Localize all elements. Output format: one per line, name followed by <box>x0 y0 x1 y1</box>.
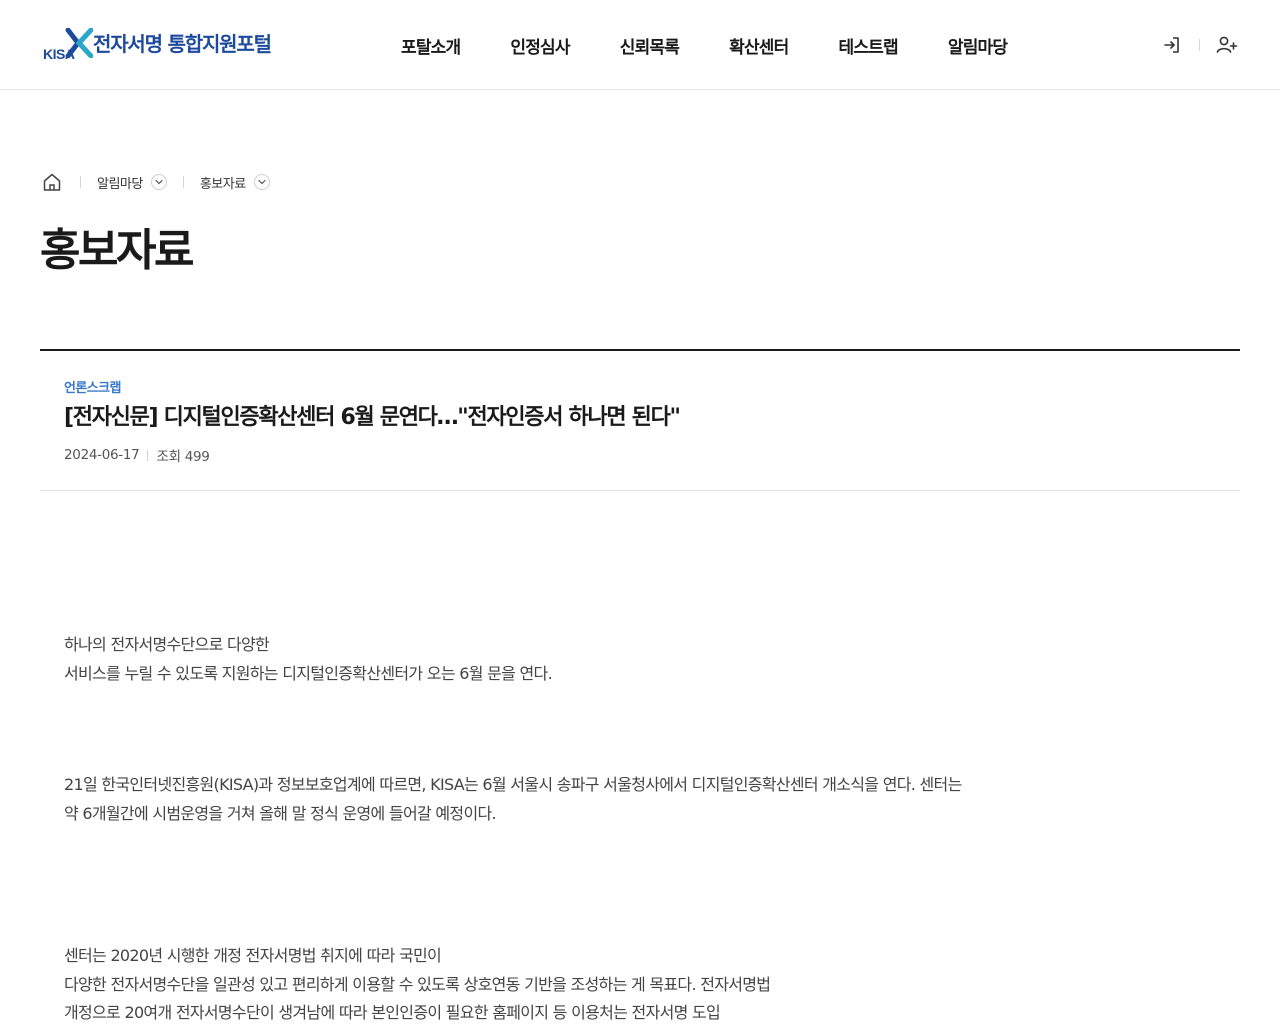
main-nav: 포탈소개 인정심사 신뢰목록 확산센터 테스트랩 알림마당 <box>376 0 1032 90</box>
paragraph-line: 다양한 전자서명수단을 일관성 있고 편리하게 이용할 수 있도록 상호연동 기… <box>64 974 771 994</box>
breadcrumb-label: 홍보자료 <box>199 176 246 192</box>
article-date: 2024-06-17 <box>64 447 140 463</box>
kisa-logo-mark: KISA <box>43 28 93 62</box>
paragraph-line: 센터는 2020년 시행한 개정 전자서명법 취지에 따라 국민이 <box>64 946 442 965</box>
article-title: [전자신문] 디지털인증확산센터 6월 문연다…"전자인증서 하나면 된다" <box>64 405 681 430</box>
nav-item-portal-intro[interactable]: 포탈소개 <box>376 33 485 58</box>
nav-item-certification-review[interactable]: 인정심사 <box>485 33 594 58</box>
paragraph-line: 서비스를 누릴 수 있도록 지원하는 디지털인증확산센터가 오는 6월 문을 연… <box>64 663 553 683</box>
kisa-logo-text: KISA <box>43 46 75 62</box>
nav-item-trust-list[interactable]: 신뢰목록 <box>595 33 704 58</box>
paragraph-line: 약 6개월간에 시범운영을 거쳐 올해 말 정식 운영에 들어갈 예정이다. <box>64 803 497 823</box>
paragraph-line: 하나의 전자서명수단으로 다양한 <box>64 635 270 654</box>
home-icon <box>43 173 61 191</box>
article-meta: 2024-06-17 조회 499 <box>64 445 210 465</box>
nav-item-test-lab[interactable]: 테스트랩 <box>814 33 923 58</box>
utility-menu <box>1159 32 1240 58</box>
article-top-divider <box>40 349 1240 351</box>
utility-divider <box>1199 39 1200 51</box>
article-category: 언론스크랩 <box>64 381 121 396</box>
site-name: 전자서명 통합지원포털 <box>93 32 272 56</box>
breadcrumb: 알림마당 홍보자료 <box>40 170 270 194</box>
paragraph-line: 개정으로 20여개 전자서명수단이 생겨남에 따라 본인인증이 필요한 홈페이지… <box>64 1003 721 1022</box>
breadcrumb-item-notice-board[interactable]: 알림마당 <box>97 173 167 192</box>
article-paragraph: 센터는 2020년 시행한 개정 전자서명법 취지에 따라 국민이 다양한 전자… <box>64 942 771 1024</box>
breadcrumb-label: 알림마당 <box>97 176 143 192</box>
page-title: 홍보자료 <box>40 225 194 276</box>
chevron-down-icon <box>253 174 270 190</box>
paragraph-line: 21일 한국인터넷진흥원(KISA)과 정보보호업계에 따르면, KISA는 6… <box>64 775 962 794</box>
article-bottom-divider <box>40 490 1240 491</box>
breadcrumb-home[interactable] <box>40 170 64 194</box>
login-icon <box>1164 37 1179 53</box>
login-button[interactable] <box>1159 32 1185 58</box>
chevron-down-icon <box>150 174 167 190</box>
user-add-icon <box>1216 36 1238 53</box>
site-logo[interactable]: KISA 전자서명 통합지원포털 <box>43 26 272 62</box>
breadcrumb-divider <box>80 176 81 188</box>
site-header: KISA 전자서명 통합지원포털 포탈소개 인정심사 신뢰목록 확산센터 테스트… <box>0 0 1280 90</box>
nav-item-diffusion-center[interactable]: 확산센터 <box>704 33 813 58</box>
article-paragraph: 하나의 전자서명수단으로 다양한 서비스를 누릴 수 있도록 지원하는 디지털인… <box>64 631 553 688</box>
article-views: 조회 499 <box>156 449 210 465</box>
breadcrumb-item-pr-materials[interactable]: 홍보자료 <box>200 173 270 192</box>
breadcrumb-divider <box>182 176 184 188</box>
article-paragraph: 21일 한국인터넷진흥원(KISA)과 정보보호업계에 따르면, KISA는 6… <box>64 771 962 828</box>
nav-item-notice-board[interactable]: 알림마당 <box>923 33 1032 58</box>
meta-divider <box>147 449 149 461</box>
signup-button[interactable] <box>1214 32 1240 58</box>
